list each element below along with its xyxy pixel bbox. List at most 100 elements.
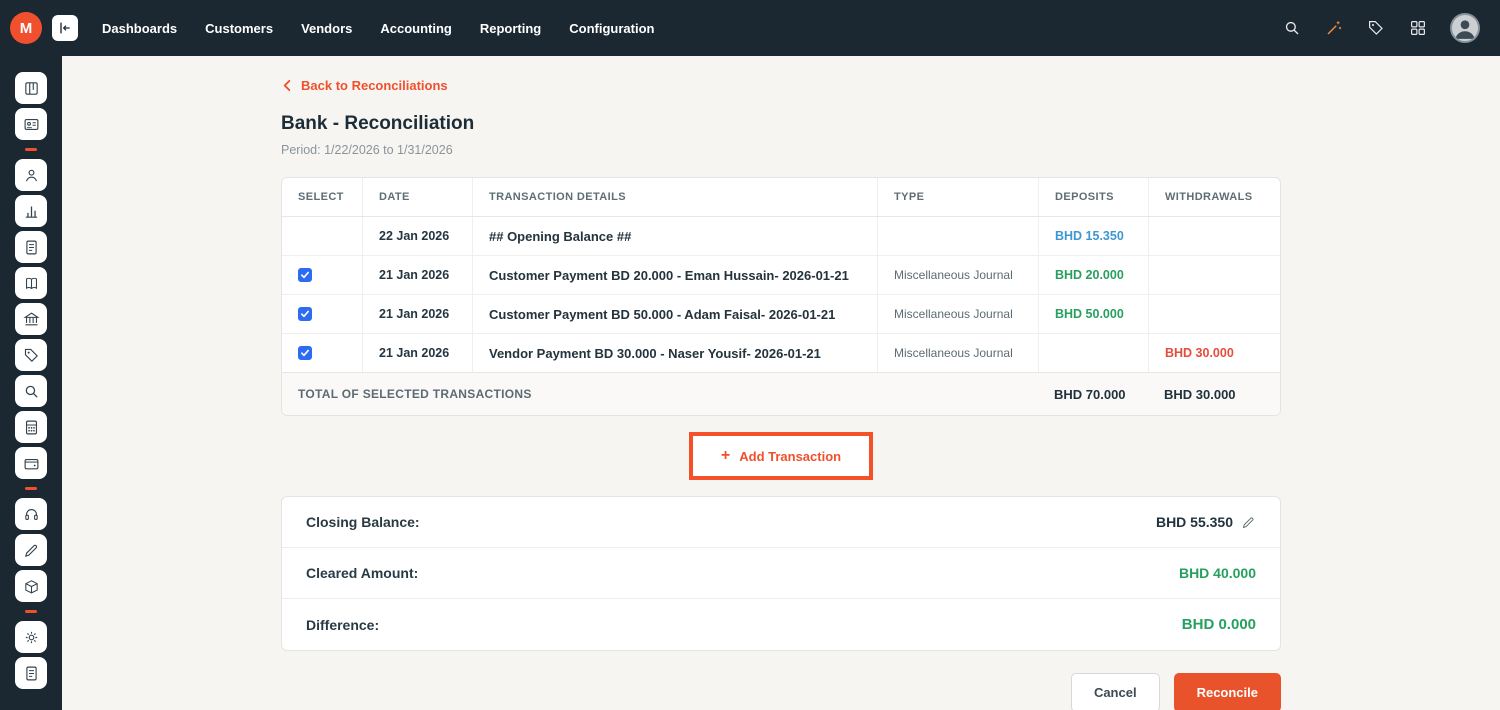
inventory-box-icon (23, 578, 40, 595)
sidebar-item-files[interactable] (15, 657, 47, 689)
row-checkbox[interactable] (298, 346, 312, 360)
difference-value: BHD 0.000 (1182, 616, 1256, 633)
contacts-icon (23, 116, 40, 133)
cancel-button[interactable]: Cancel (1071, 673, 1160, 710)
reconcile-button[interactable]: Reconcile (1174, 673, 1281, 710)
select-cell (282, 217, 362, 255)
withdrawal-cell (1148, 256, 1280, 294)
sidebar-separator (25, 148, 37, 151)
reports-chart-icon (23, 203, 40, 220)
documents-icon (23, 239, 40, 256)
sidebar-item-contacts[interactable] (15, 108, 47, 140)
withdrawal-cell (1148, 217, 1280, 255)
sidebar-item-wallet[interactable] (15, 447, 47, 479)
menu-vendors[interactable]: Vendors (301, 21, 352, 36)
header-select: SELECT (282, 178, 362, 216)
menu-accounting[interactable]: Accounting (380, 21, 452, 36)
footer-actions: Cancel Reconcile (281, 673, 1281, 710)
top-navbar: M Dashboards Customers Vendors Accountin… (0, 0, 1500, 56)
details-cell: Customer Payment BD 50.000 - Adam Faisal… (472, 295, 877, 333)
row-checkbox[interactable] (298, 307, 312, 321)
withdrawal-amount: BHD 30.000 (1165, 346, 1234, 360)
header-transaction-details: TRANSACTION DETAILS (472, 178, 877, 216)
support-headset-icon (23, 506, 40, 523)
cleared-amount-row: Cleared Amount: BHD 40.000 (282, 548, 1280, 599)
collapse-arrow-icon (57, 20, 73, 36)
sidebar-item-pricing[interactable] (15, 339, 47, 371)
sidebar-item-support[interactable] (15, 498, 47, 530)
price-tag-icon (23, 347, 40, 364)
closing-balance-label: Closing Balance: (306, 514, 420, 530)
apps-grid-icon[interactable] (1408, 18, 1428, 38)
page-title: Bank - Reconciliation (281, 113, 1281, 135)
main-menu: Dashboards Customers Vendors Accounting … (102, 21, 654, 36)
sidebar-item-ledger[interactable] (15, 267, 47, 299)
row-checkbox[interactable] (298, 268, 312, 282)
edit-pencil-icon[interactable] (1241, 515, 1256, 530)
deposit-cell (1038, 334, 1148, 372)
totals-label: TOTAL OF SELECTED TRANSACTIONS (282, 373, 1038, 415)
sidebar-item-customers[interactable] (15, 159, 47, 191)
type-cell: Miscellaneous Journal (877, 334, 1038, 372)
settings-gear-icon (23, 629, 40, 646)
magic-wand-icon[interactable] (1324, 18, 1344, 38)
highlight-box: + Add Transaction (689, 432, 873, 480)
tag-icon[interactable] (1366, 18, 1386, 38)
menu-reporting[interactable]: Reporting (480, 21, 541, 36)
header-date: DATE (362, 178, 472, 216)
table-totals-row: TOTAL OF SELECTED TRANSACTIONS BHD 70.00… (282, 372, 1280, 415)
menu-dashboards[interactable]: Dashboards (102, 21, 177, 36)
withdrawals-total: BHD 30.000 (1148, 373, 1280, 415)
type-cell: Miscellaneous Journal (877, 295, 1038, 333)
menu-customers[interactable]: Customers (205, 21, 273, 36)
deposit-amount: BHD 15.350 (1055, 229, 1124, 243)
transactions-table: SELECT DATE TRANSACTION DETAILS TYPE DEP… (281, 177, 1281, 416)
sidebar-item-audit[interactable] (15, 375, 47, 407)
search-icon[interactable] (1282, 18, 1302, 38)
details-cell: ## Opening Balance ## (472, 217, 877, 255)
header-deposits: DEPOSITS (1038, 178, 1148, 216)
main-content: Back to Reconciliations Bank - Reconcili… (62, 56, 1500, 710)
add-transaction-button[interactable]: + Add Transaction (693, 436, 869, 476)
sidebar-item-reports[interactable] (15, 195, 47, 227)
customers-icon (23, 167, 40, 184)
audit-search-icon (23, 383, 40, 400)
sidebar-item-bank[interactable] (15, 303, 47, 335)
sidebar-item-inventory[interactable] (15, 570, 47, 602)
back-link-label: Back to Reconciliations (301, 78, 448, 93)
plus-icon: + (721, 448, 730, 464)
sidebar-separator (25, 610, 37, 613)
table-row: 21 Jan 2026 Customer Payment BD 20.000 -… (282, 256, 1280, 295)
add-transaction-label: Add Transaction (739, 449, 841, 464)
chevron-left-icon (281, 79, 294, 92)
notes-pen-icon (23, 542, 40, 559)
user-avatar[interactable] (1450, 13, 1480, 43)
sidebar-item-documents[interactable] (15, 231, 47, 263)
closing-balance-row: Closing Balance: BHD 55.350 (282, 497, 1280, 548)
sidebar-item-calculator[interactable] (15, 411, 47, 443)
date-cell: 21 Jan 2026 (362, 256, 472, 294)
difference-label: Difference: (306, 617, 379, 633)
table-header-row: SELECT DATE TRANSACTION DETAILS TYPE DEP… (282, 178, 1280, 217)
app-logo[interactable]: M (10, 12, 42, 44)
period-text: Period: 1/22/2026 to 1/31/2026 (281, 143, 1281, 157)
withdrawal-cell (1148, 295, 1280, 333)
sidebar-collapse-button[interactable] (52, 15, 78, 41)
back-to-reconciliations-link[interactable]: Back to Reconciliations (281, 78, 448, 93)
date-cell: 22 Jan 2026 (362, 217, 472, 255)
type-cell (877, 217, 1038, 255)
deposit-amount: BHD 20.000 (1055, 268, 1124, 282)
wallet-icon (23, 455, 40, 472)
sidebar-item-notes[interactable] (15, 534, 47, 566)
deposits-total: BHD 70.000 (1038, 373, 1148, 415)
bank-icon (23, 311, 40, 328)
calculator-icon (23, 419, 40, 436)
menu-configuration[interactable]: Configuration (569, 21, 654, 36)
header-withdrawals: WITHDRAWALS (1148, 178, 1280, 216)
reconciliation-summary: Closing Balance: BHD 55.350 Cleared Amou… (281, 496, 1281, 651)
difference-row: Difference: BHD 0.000 (282, 599, 1280, 650)
sidebar-item-dashboard[interactable] (15, 72, 47, 104)
date-cell: 21 Jan 2026 (362, 334, 472, 372)
sidebar-item-settings[interactable] (15, 621, 47, 653)
header-type: TYPE (877, 178, 1038, 216)
